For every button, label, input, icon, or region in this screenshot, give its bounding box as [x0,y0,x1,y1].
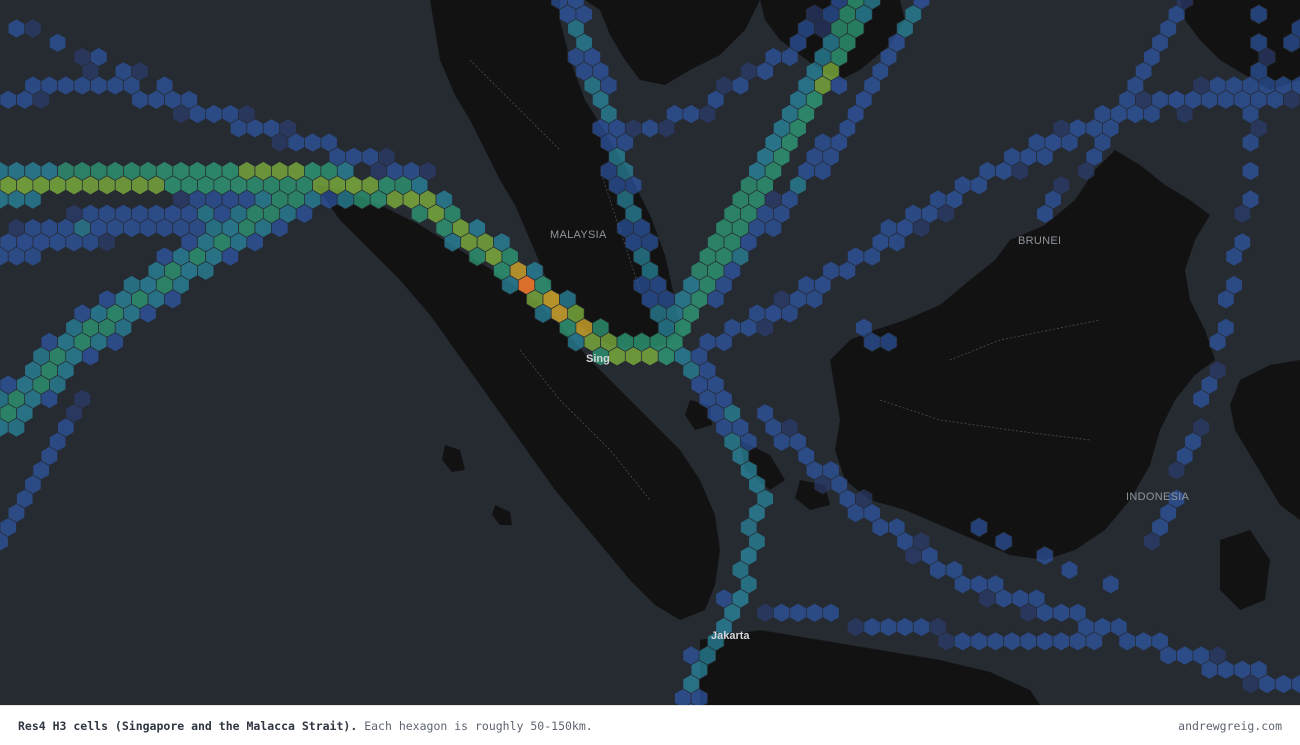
caption-title: Res4 H3 cells (Singapore and the Malacca… [18,719,358,733]
label-brunei: BRUNEI [1018,235,1062,247]
label-singapore: Sing [586,353,610,365]
map-view[interactable]: MALAYSIA BRUNEI INDONESIA Sing Jakarta [0,0,1300,705]
caption-credit[interactable]: andrewgreig.com [1178,719,1282,733]
label-jakarta: Jakarta [711,630,750,642]
caption-description: Each hexagon is roughly 50-150km. [364,719,593,733]
caption-text: Res4 H3 cells (Singapore and the Malacca… [18,719,593,733]
label-malaysia: MALAYSIA [550,229,607,241]
label-indonesia: INDONESIA [1126,491,1190,503]
map-canvas[interactable] [0,0,1300,705]
caption-bar: Res4 H3 cells (Singapore and the Malacca… [0,705,1300,745]
